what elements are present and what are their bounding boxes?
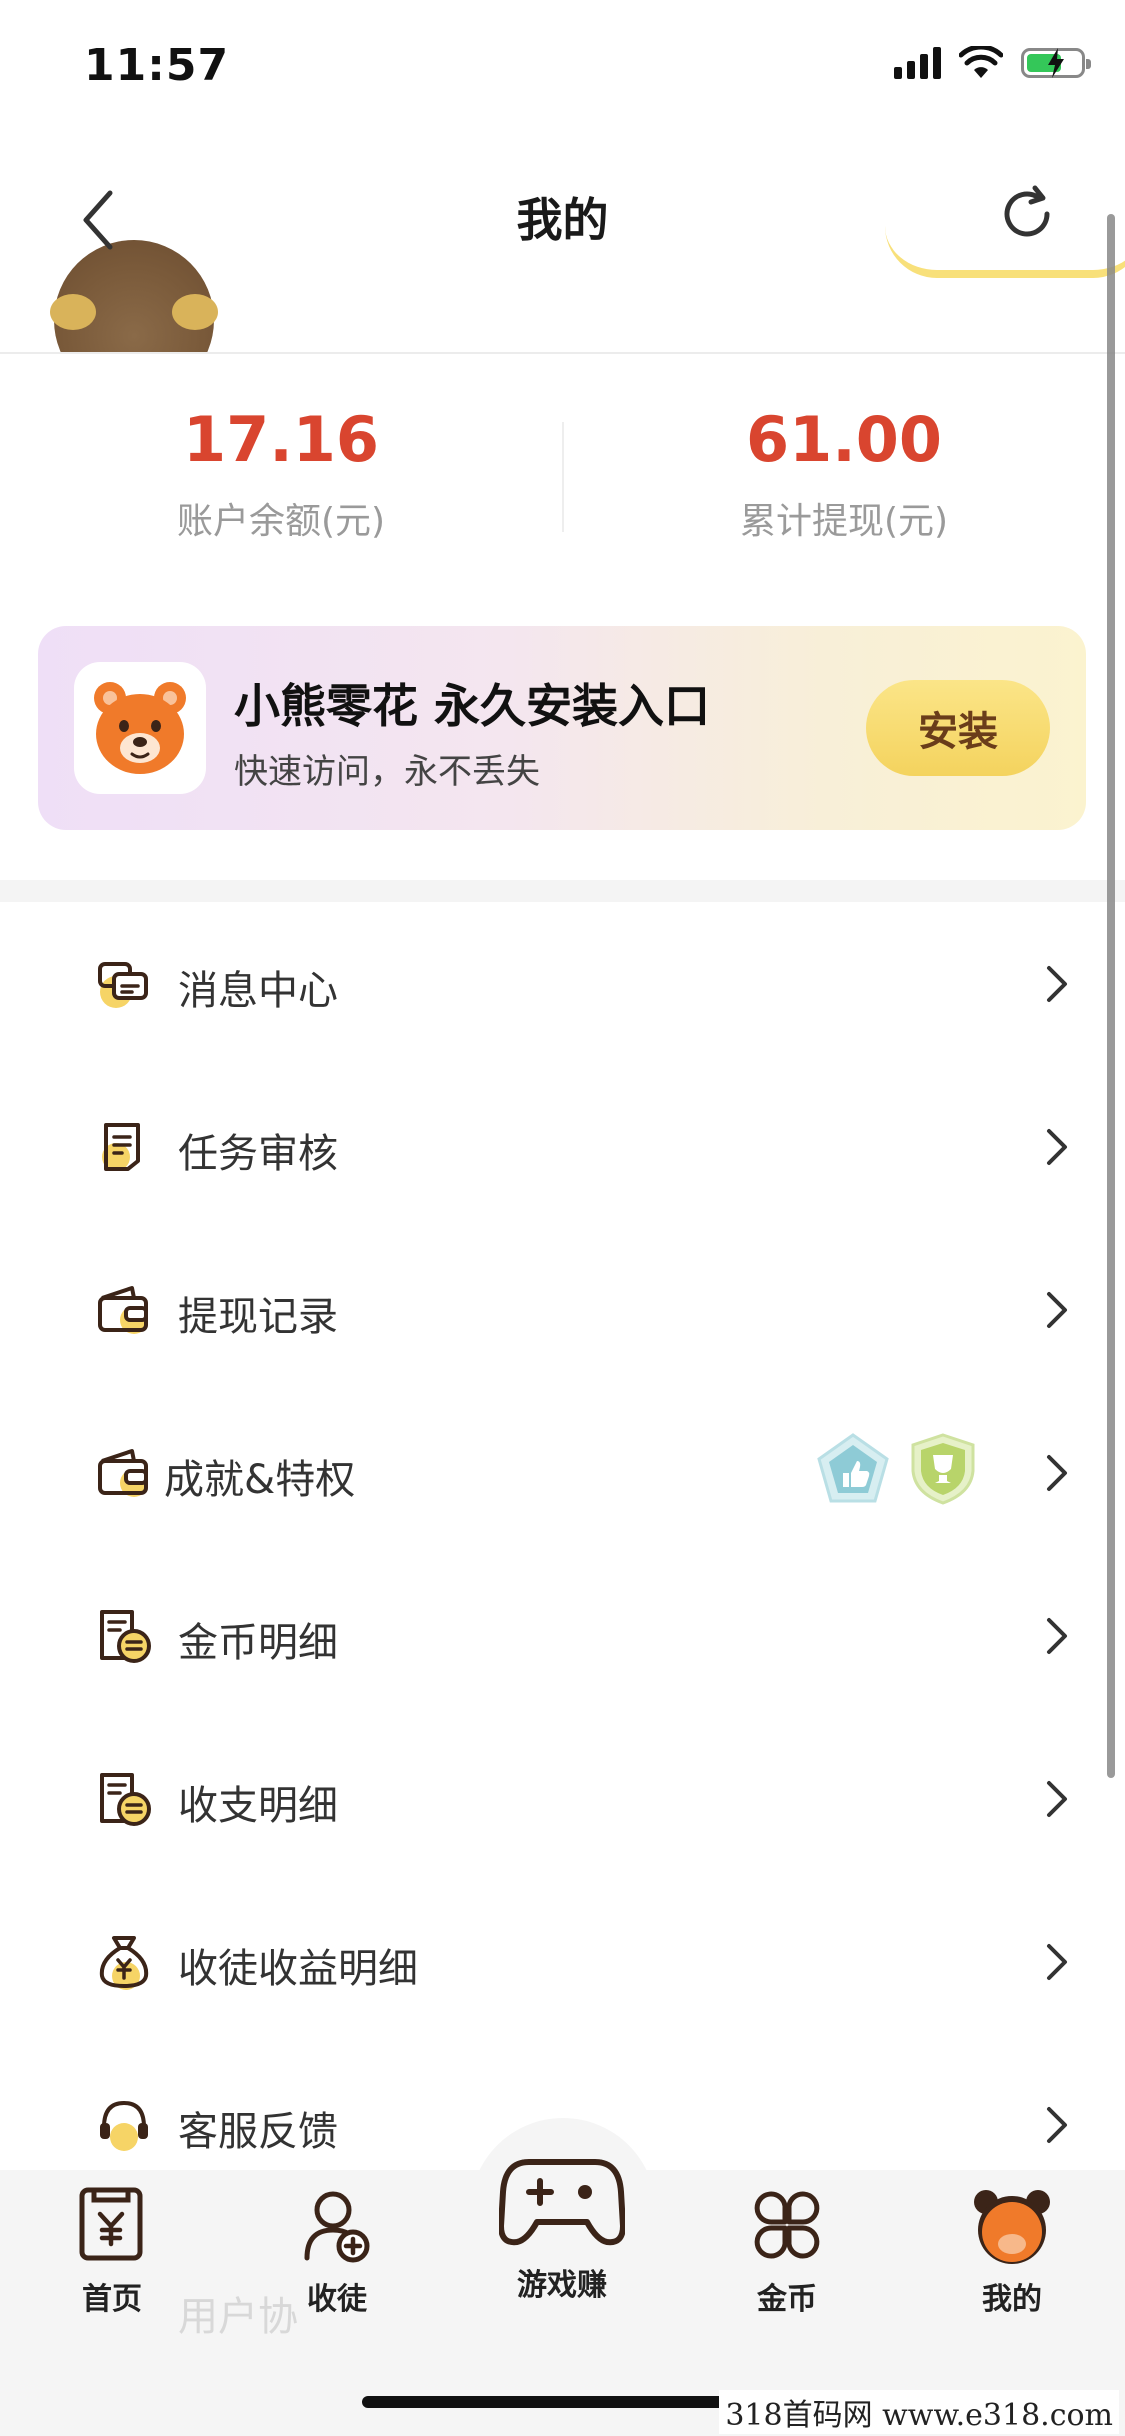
menu-item-task-review[interactable]: 任务审核 xyxy=(0,1065,1125,1228)
menu-item-label: 收徒收益明细 xyxy=(178,1946,418,1992)
watermark: 318首码网 www.e318.com xyxy=(719,2390,1119,2434)
menu-item-label: 金币明细 xyxy=(178,1620,338,1666)
tab-label: 收徒 xyxy=(307,2282,367,2317)
tab-game-earn[interactable]: 游戏赚 xyxy=(482,2148,642,2308)
bear-avatar-icon xyxy=(974,2190,1050,2264)
tab-coins[interactable]: 金币 xyxy=(707,2184,867,2344)
menu-item-apprentice-earnings[interactable]: 收徒收益明细 xyxy=(0,1880,1125,2043)
wifi-icon xyxy=(959,46,1003,78)
menu-item-label: 客服反馈 xyxy=(178,2109,338,2155)
menu-item-label: 成就&特权 xyxy=(164,1457,356,1503)
account-balance-label: 账户余额(元) xyxy=(176,501,386,542)
menu-item-message-center[interactable]: 消息中心 xyxy=(0,902,1125,1065)
chevron-right-icon xyxy=(1047,1455,1067,1491)
chevron-right-icon xyxy=(1047,1781,1067,1817)
coin-detail-icon xyxy=(100,1610,151,1663)
avatar xyxy=(50,240,218,352)
chevron-right-icon xyxy=(1047,1292,1067,1328)
message-icon xyxy=(98,962,148,1008)
trophy-badge-icon xyxy=(911,1433,975,1505)
task-review-icon xyxy=(102,1123,140,1171)
tab-label: 首页 xyxy=(82,2282,142,2317)
tab-label: 我的 xyxy=(982,2282,1042,2317)
chevron-right-icon xyxy=(1047,1618,1067,1654)
account-balance[interactable]: 17.16 账户余额(元) xyxy=(0,400,562,544)
menu-item-withdraw-records[interactable]: 提现记录 xyxy=(0,1228,1125,1391)
tab-label: 金币 xyxy=(757,2282,817,2317)
menu-list: 消息中心 任务审核 提现记录 成就&特权 金币明细 收支明细 收徒收益明细 客服… xyxy=(0,902,1125,2206)
refresh-button[interactable] xyxy=(995,182,1059,246)
app-icon xyxy=(74,662,206,794)
thumbs-up-badge-icon xyxy=(817,1433,889,1503)
tab-home[interactable]: 首页 xyxy=(32,2184,192,2344)
status-bar: 11:57 xyxy=(0,0,1125,130)
chevron-right-icon xyxy=(1047,1129,1067,1165)
nav-bar: 我的 xyxy=(0,130,1125,354)
wallet-icon xyxy=(98,1449,148,1497)
tab-recruit[interactable]: 收徒 xyxy=(257,2184,417,2344)
tab-label: 游戏赚 xyxy=(517,2268,607,2303)
install-button[interactable]: 安装 xyxy=(866,680,1050,776)
banner-title: 小熊零花 永久安装入口 xyxy=(234,679,711,733)
chevron-right-icon xyxy=(1047,1944,1067,1980)
menu-item-income-expense-details[interactable]: 收支明细 xyxy=(0,1717,1125,1880)
gamepad-icon xyxy=(499,2159,625,2246)
add-friend-icon xyxy=(304,2191,370,2263)
total-withdrawn-label: 累计提现(元) xyxy=(739,501,949,542)
tab-mine[interactable]: 我的 xyxy=(932,2184,1092,2344)
total-withdrawn[interactable]: 61.00 累计提现(元) xyxy=(563,400,1125,544)
install-banner[interactable]: 小熊零花 永久安装入口 快速访问，永不丢失 安装 xyxy=(38,626,1086,830)
chevron-right-icon xyxy=(1047,2107,1067,2143)
home-yen-icon xyxy=(79,2187,143,2261)
menu-item-achievements[interactable]: 成就&特权 xyxy=(0,1391,1125,1554)
scrollbar[interactable] xyxy=(1107,214,1115,1778)
page-title: 我的 xyxy=(516,193,609,247)
home-indicator[interactable] xyxy=(362,2396,762,2408)
account-balance-value: 17.16 xyxy=(182,403,380,476)
status-time: 11:57 xyxy=(84,40,230,91)
cellular-signal-icon xyxy=(894,47,941,79)
balance-stats: 17.16 账户余额(元) 61.00 累计提现(元) xyxy=(0,352,1125,602)
total-withdrawn-value: 61.00 xyxy=(745,403,943,476)
menu-item-label: 消息中心 xyxy=(178,968,338,1014)
bear-logo-icon xyxy=(94,682,186,774)
wallet-icon xyxy=(98,1286,148,1334)
chevron-right-icon xyxy=(1047,966,1067,1002)
banner-subtitle: 快速访问，永不丢失 xyxy=(234,752,540,792)
status-icons xyxy=(894,46,1091,80)
menu-item-label: 任务审核 xyxy=(178,1131,338,1177)
income-detail-icon xyxy=(100,1773,151,1826)
money-bag-icon xyxy=(99,1936,149,1990)
battery-icon xyxy=(1021,48,1091,78)
menu-item-coin-details[interactable]: 金币明细 xyxy=(0,1554,1125,1717)
section-divider xyxy=(0,880,1125,902)
grid-icon xyxy=(754,2191,820,2259)
menu-item-label: 收支明细 xyxy=(178,1783,338,1829)
headset-icon xyxy=(100,2100,148,2151)
menu-item-label: 提现记录 xyxy=(178,1294,338,1340)
